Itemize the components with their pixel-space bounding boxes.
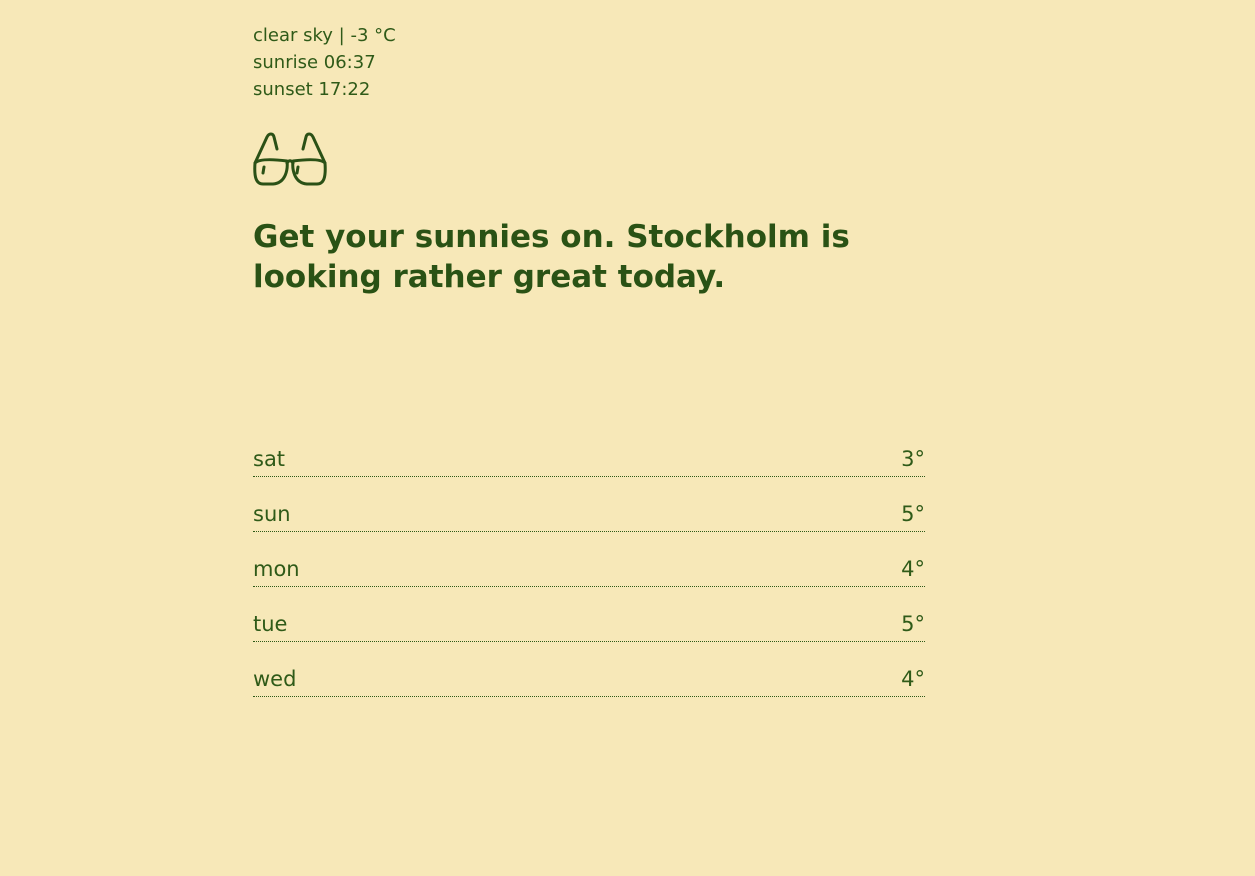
forecast-row-tue: tue 5° — [253, 604, 925, 642]
sunset-time: sunset 17:22 — [253, 79, 371, 100]
forecast-day: sun — [253, 502, 291, 526]
forecast-row-mon: mon 4° — [253, 549, 925, 587]
forecast-temperature: 4° — [901, 667, 925, 691]
forecast-temperature: 5° — [901, 502, 925, 526]
forecast-list: sat 3° sun 5° mon 4° tue 5° wed 4° — [253, 439, 925, 697]
weather-summary-section: clear sky | -3 °C sunrise 06:37 sunset 1… — [253, 22, 925, 297]
condition-and-temperature: clear sky | -3 °C — [253, 25, 396, 46]
forecast-row-sun: sun 5° — [253, 494, 925, 532]
forecast-day: mon — [253, 557, 300, 581]
forecast-temperature: 5° — [901, 612, 925, 636]
forecast-temperature: 3° — [901, 447, 925, 471]
forecast-row-sat: sat 3° — [253, 439, 925, 477]
forecast-day: tue — [253, 612, 288, 636]
forecast-day: wed — [253, 667, 297, 691]
current-weather-summary: clear sky | -3 °C sunrise 06:37 sunset 1… — [253, 22, 925, 103]
forecast-day: sat — [253, 447, 286, 471]
sunglasses-icon — [253, 131, 327, 187]
sunrise-time: sunrise 06:37 — [253, 52, 376, 73]
weather-headline: Get your sunnies on. Stockholm is lookin… — [253, 219, 850, 295]
forecast-row-wed: wed 4° — [253, 659, 925, 697]
forecast-temperature: 4° — [901, 557, 925, 581]
